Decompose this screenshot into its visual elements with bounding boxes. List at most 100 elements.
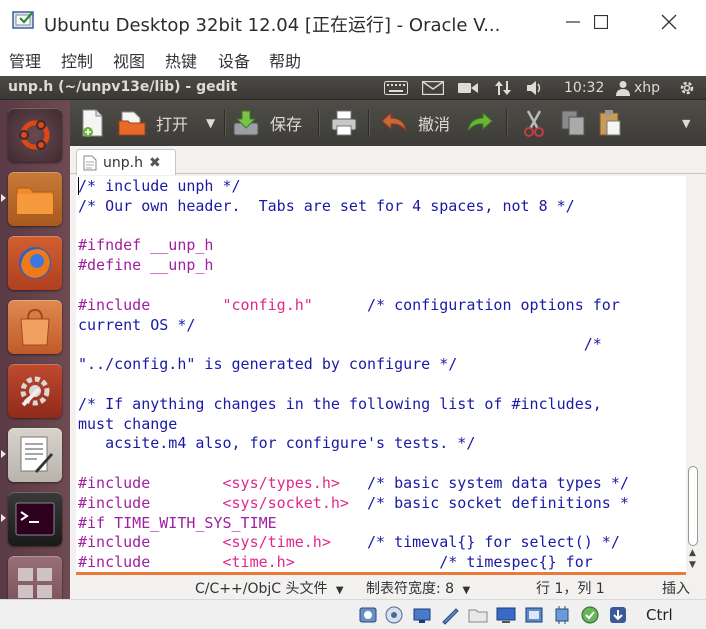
session-indicator[interactable] [678, 78, 696, 98]
virtualbox-app-icon [12, 11, 34, 29]
network-indicator[interactable] [494, 78, 512, 98]
sound-indicator[interactable] [526, 78, 544, 98]
messaging-indicator[interactable] [422, 78, 444, 98]
toolbar-overflow-button[interactable]: ▼ [682, 106, 690, 140]
menu-help[interactable]: 帮助 [269, 48, 301, 72]
menu-devices[interactable]: 设备 [218, 48, 250, 72]
close-button[interactable] [644, 0, 694, 44]
menu-view[interactable]: 视图 [113, 48, 145, 72]
code-token: acsite.m4 also, for configure's tests. *… [78, 434, 476, 453]
video-indicator[interactable] [458, 78, 478, 98]
firefox-icon [19, 247, 51, 279]
cpu-icon[interactable] [552, 605, 572, 625]
scroll-down-arrow-icon[interactable]: ▼ [689, 560, 696, 570]
code-token: #define __unp_h [78, 256, 214, 275]
undo-button[interactable]: 撤消 [380, 106, 450, 140]
shared-folder-icon[interactable] [468, 605, 488, 625]
video-camera-icon [458, 83, 478, 93]
launcher-terminal[interactable] [8, 492, 62, 546]
scrollbar-thumb[interactable] [688, 466, 698, 546]
vertical-scrollbar[interactable]: ▲ ▼ [686, 176, 700, 572]
scroll-up-arrow-icon[interactable]: ▲ [689, 548, 696, 558]
new-document-button[interactable] [80, 106, 106, 140]
code-token: #include [78, 474, 151, 492]
video-capture-icon[interactable] [524, 605, 544, 625]
gedit-statusbar: C/C++/ObjC 头文件 ▼ 制表符宽度: 8 ▼ 行 1，列 1 插入 [70, 575, 706, 599]
launcher-software-center[interactable] [8, 300, 62, 354]
maximize-icon [594, 15, 608, 29]
menu-manage[interactable]: 管理 [9, 48, 41, 72]
copy-button[interactable] [560, 106, 586, 140]
code-line: #define __unp_h [78, 255, 213, 275]
code-line: #include <sys/socket.h> /* basic socket … [78, 493, 629, 513]
usb-icon[interactable] [440, 605, 460, 625]
save-icon [233, 110, 259, 136]
display-icon[interactable] [496, 605, 516, 625]
redo-button[interactable] [466, 106, 494, 140]
virtualization-icon[interactable] [580, 605, 600, 625]
keyboard-indicator[interactable] [384, 78, 408, 98]
gedit-toolbar: 打开 ▼ 保存 撤消 ▼ [70, 100, 706, 146]
tab-label: unp.h [103, 154, 143, 171]
clock[interactable]: 10:32 [564, 78, 604, 98]
code-token: /* [583, 335, 602, 354]
panel-window-title: unp.h (~/unpv13e/lib) - gedit [8, 79, 238, 95]
dropdown-arrow-icon: ▼ [206, 116, 216, 130]
language-selector[interactable]: C/C++/ObjC 头文件 ▼ [195, 578, 344, 598]
launcher-workspaces[interactable] [8, 556, 62, 599]
launcher-gedit[interactable] [8, 428, 62, 482]
launcher-firefox[interactable] [8, 236, 62, 290]
print-button[interactable] [330, 106, 358, 140]
hard-disk-icon[interactable] [358, 605, 378, 625]
scissors-icon [524, 110, 544, 137]
launcher-system-settings[interactable] [8, 364, 62, 418]
tab-width-selector[interactable]: 制表符宽度: 8 ▼ [366, 578, 470, 598]
launcher-files[interactable] [8, 172, 62, 226]
user-indicator[interactable]: xhp [616, 78, 660, 98]
cut-button[interactable] [522, 106, 546, 140]
code-token: #include [78, 533, 151, 552]
code-line: #include <sys/time.h> /* timeval{} for s… [78, 532, 620, 552]
close-icon [661, 14, 677, 30]
launcher-dash-home[interactable] [8, 108, 62, 162]
language-label: C/C++/ObjC 头文件 [195, 581, 328, 597]
network-adapter-icon[interactable] [412, 605, 432, 625]
tab-close-icon[interactable]: ✖ [149, 155, 161, 171]
code-token: "../config.h" is generated by configure … [78, 355, 458, 374]
guest-screen: unp.h (~/unpv13e/lib) - gedit 10:32 xhp … [0, 76, 706, 599]
insert-mode: 插入 [662, 581, 690, 597]
optical-drive-icon[interactable] [384, 605, 404, 625]
code-line: #include <sys/types.h> /* basic system d… [78, 473, 629, 493]
code-editor[interactable]: /* include unph *//* Our own header. Tab… [76, 176, 686, 572]
maximize-button[interactable] [576, 0, 626, 44]
menu-hotkeys[interactable]: 热键 [165, 48, 197, 72]
user-name: xhp [634, 80, 661, 96]
code-token: /* If anything changes in the following … [78, 394, 602, 413]
tab-unp-h[interactable]: unp.h ✖ [76, 149, 176, 175]
document-tabbar: unp.h ✖ [70, 146, 706, 175]
paste-button[interactable] [598, 106, 622, 140]
code-token: current OS */ [78, 315, 196, 334]
keyboard-icon [384, 81, 408, 95]
new-document-icon [82, 109, 103, 137]
running-indicator-gedit [1, 450, 6, 458]
save-button[interactable]: 保存 [232, 106, 302, 140]
open-button[interactable]: 打开 [118, 106, 188, 140]
code-line: /* include unph */ [78, 176, 241, 196]
printer-icon [331, 110, 357, 136]
host-statusbar: Ctrl [0, 599, 706, 629]
code-line: "../config.h" is generated by configure … [78, 354, 457, 374]
code-token: /* basic system data types */ [367, 474, 629, 492]
menu-control[interactable]: 控制 [61, 48, 93, 72]
document-icon [83, 155, 97, 170]
dropdown-arrow-icon: ▼ [682, 116, 691, 130]
dropdown-arrow-icon: ▼ [335, 585, 344, 596]
text-editor-icon [20, 436, 53, 473]
mouse-integration-icon[interactable] [608, 605, 628, 625]
code-token: <sys/types.h> [222, 474, 340, 492]
open-recent-dropdown[interactable]: ▼ [206, 106, 215, 140]
